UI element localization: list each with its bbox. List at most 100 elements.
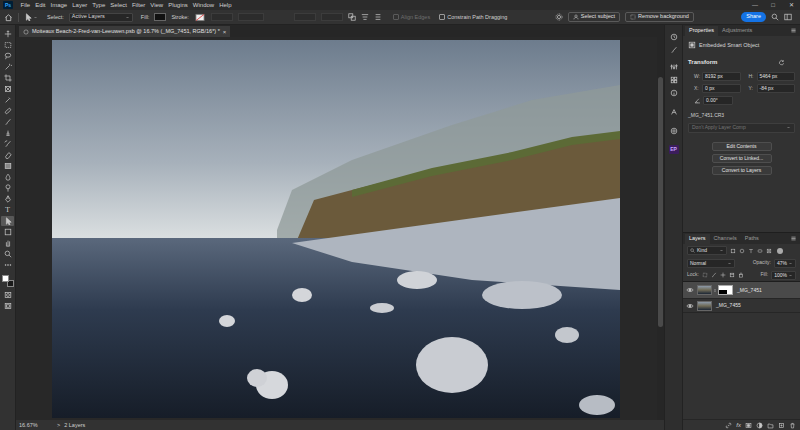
pixel-filter-icon[interactable] [730, 248, 736, 254]
link-icon[interactable] [713, 287, 717, 294]
menu-item[interactable]: File [18, 2, 33, 8]
eye-icon[interactable] [685, 302, 695, 310]
align-icon[interactable] [361, 13, 369, 21]
eye-icon[interactable] [685, 286, 695, 294]
action-button[interactable]: Edit Contents [712, 142, 772, 151]
layer-thumbnail[interactable] [697, 301, 712, 311]
tool-button[interactable]: T [1, 205, 14, 215]
tool-button[interactable] [1, 40, 14, 50]
app-logo[interactable]: Ps [3, 1, 13, 9]
panel-tab[interactable]: Layers [685, 234, 710, 244]
layer-name[interactable]: _MG_7455 [716, 303, 741, 308]
mask-icon[interactable] [745, 422, 752, 429]
tool-button[interactable] [1, 238, 14, 248]
lock-artboard-icon[interactable] [729, 272, 735, 278]
menu-item[interactable]: Help [217, 2, 234, 8]
window-control[interactable]: □ [764, 2, 782, 8]
tool-button[interactable] [1, 62, 14, 72]
vertical-scrollbar[interactable] [657, 37, 664, 420]
panel-tab[interactable]: Adjustments [718, 26, 756, 36]
fill-swatch[interactable] [154, 13, 166, 21]
adjust-icon[interactable] [670, 63, 678, 71]
adjustment-layer-icon[interactable] [756, 422, 763, 429]
tool-button[interactable] [1, 51, 14, 61]
field-input[interactable]: -84 px [757, 84, 796, 93]
menu-item[interactable]: Select [108, 2, 130, 8]
trash-icon[interactable] [789, 422, 796, 429]
tool-button[interactable] [1, 139, 14, 149]
history-icon[interactable] [670, 33, 678, 41]
lock-pixels-icon[interactable] [702, 272, 708, 278]
select-subject-button[interactable]: Select subject [568, 12, 620, 22]
plugin-badge[interactable]: EP [669, 145, 679, 154]
tool-preset[interactable] [24, 13, 38, 21]
tool-button[interactable] [1, 117, 14, 127]
path-selection-icon[interactable] [24, 13, 32, 21]
layer-thumbnail[interactable] [697, 285, 712, 295]
field-input[interactable]: 0 px [702, 84, 741, 93]
tool-button[interactable] [1, 29, 14, 39]
info-icon[interactable] [670, 89, 678, 97]
search-icon[interactable] [771, 13, 779, 21]
document-tab[interactable]: Moiteaux Beach-2-Fred-van-Leeuwen.psb @ … [19, 26, 230, 37]
color-swatches[interactable] [2, 275, 14, 287]
menu-item[interactable]: Edit [33, 2, 48, 8]
scrollbar-thumb[interactable] [658, 77, 663, 327]
menu-item[interactable]: Layer [70, 2, 90, 8]
screen-mode-icon[interactable] [4, 302, 12, 310]
action-button[interactable]: Convert to Linked... [712, 154, 772, 163]
lock-paint-icon[interactable] [711, 272, 717, 278]
shape-filter-icon[interactable] [757, 248, 763, 254]
tool-button[interactable] [1, 194, 14, 204]
tool-button[interactable] [1, 95, 14, 105]
group-icon[interactable] [767, 422, 774, 429]
link-layers-icon[interactable] [725, 422, 732, 429]
panel-menu-icon[interactable] [790, 27, 797, 34]
constrain-checkbox[interactable] [439, 14, 445, 20]
foreground-color-swatch[interactable] [2, 275, 9, 282]
quick-mask-icon[interactable] [4, 291, 12, 299]
home-icon[interactable] [4, 13, 13, 22]
layer-row[interactable]: _MG_7455 [683, 299, 800, 313]
fill-input[interactable]: 100% [771, 271, 796, 280]
tool-button[interactable] [1, 150, 14, 160]
tool-button[interactable] [1, 73, 14, 83]
tool-button[interactable] [1, 227, 14, 237]
new-layer-icon[interactable] [778, 422, 785, 429]
constrain-option[interactable]: Constrain Path Dragging [439, 13, 507, 21]
mask-thumbnail[interactable] [718, 285, 733, 295]
tool-button[interactable] [1, 161, 14, 171]
share-button[interactable]: Share [741, 12, 766, 22]
menu-item[interactable]: Image [48, 2, 70, 8]
path-ops-icon[interactable] [348, 13, 356, 21]
tab-close-button[interactable]: × [223, 29, 227, 35]
reset-icon[interactable] [778, 59, 785, 66]
panel-tab[interactable]: Properties [685, 26, 718, 36]
panel-menu-icon[interactable] [790, 235, 797, 242]
opacity-input[interactable]: 47% [774, 259, 796, 268]
field-input[interactable]: 5464 px [757, 72, 796, 81]
layer-name[interactable]: _MG_7451 [737, 288, 762, 293]
smart-filter-icon[interactable] [766, 248, 772, 254]
tool-button[interactable] [1, 249, 14, 259]
arrange-icon[interactable] [374, 13, 382, 21]
layer-row[interactable]: _MG_7451 [683, 282, 800, 299]
menu-item[interactable]: Plugins [166, 2, 191, 8]
zoom-level[interactable]: 16.67% [19, 421, 49, 429]
gear-icon[interactable] [555, 13, 563, 21]
type-filter-icon[interactable] [748, 248, 754, 254]
libraries-icon[interactable] [670, 127, 678, 135]
blend-mode-dropdown[interactable]: Normal [687, 259, 735, 268]
menu-item[interactable]: Window [190, 2, 216, 8]
remove-background-button[interactable]: Remove background [625, 12, 694, 22]
menu-item[interactable]: View [148, 2, 166, 8]
filter-toggle[interactable] [777, 248, 783, 254]
field-input[interactable]: 8192 px [702, 72, 741, 81]
layer-style-button[interactable]: fx [736, 422, 741, 428]
action-button[interactable]: Convert to Layers [712, 166, 772, 175]
stroke-swatch-icon[interactable] [194, 13, 206, 22]
brush-panel-icon[interactable] [670, 46, 678, 54]
tool-button[interactable] [1, 216, 14, 226]
tool-button[interactable] [1, 260, 14, 270]
select-dropdown[interactable]: Active Layers [69, 13, 133, 22]
